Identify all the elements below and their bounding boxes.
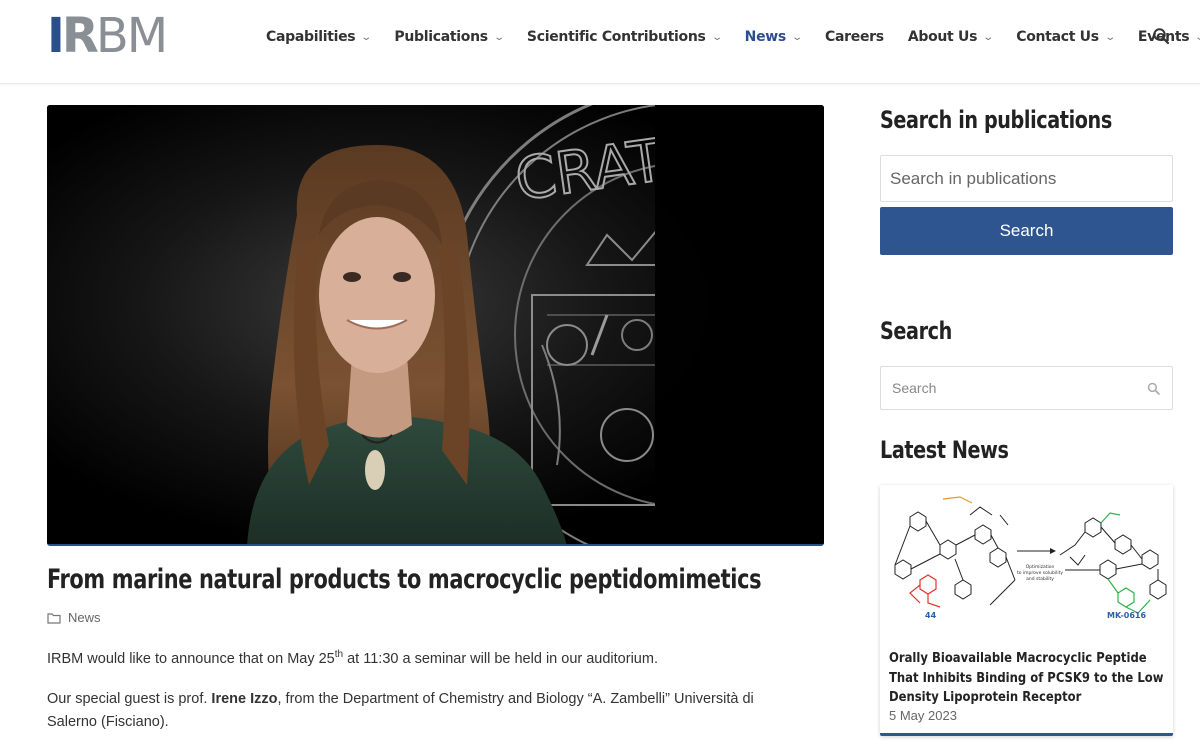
chevron-down-icon: ⌄ [1104,31,1116,43]
featured-image: CRATI [47,105,824,546]
chevron-down-icon: ⌄ [710,31,723,43]
nav-item-contact-us[interactable]: Contact Us ⌄ [1016,29,1116,45]
chevron-down-icon: ⌄ [982,31,995,43]
publications-search-heading: Search in publications [880,106,1112,134]
paragraph-text: Our special guest is prof. [47,691,212,707]
latest-news-title-link[interactable]: Orally Bioavailable Macrocyclic Peptide … [889,649,1164,708]
folder-icon [47,612,61,624]
svg-text:Optimization: Optimization [1026,564,1055,570]
nav-item-scientific-contributions[interactable]: Scientific Contributions ⌄ [526,29,723,45]
svg-text:44: 44 [925,611,937,620]
chemical-structure-image: 44 Optimization to improve solubility an… [880,485,1173,635]
nav-label: About Us [907,29,978,45]
nav-label: Publications [394,29,488,45]
post-category-link[interactable]: News [68,610,101,625]
latest-news-card[interactable]: 44 Optimization to improve solubility an… [880,485,1173,736]
latest-news-heading: Latest News [880,436,1009,464]
nav-item-publications[interactable]: Publications ⌄ [394,29,505,45]
logo-thin-part: BM [95,8,168,64]
search-icon[interactable] [1152,27,1170,45]
ordinal-suffix: th [334,649,344,661]
chevron-down-icon: ⌄ [360,31,373,43]
nav-item-careers[interactable]: Careers [825,29,884,45]
speaker-name: Irene Izzo [211,691,278,707]
nav-item-about-us[interactable]: About Us ⌄ [907,29,995,45]
chevron-down-icon: ⌄ [493,31,505,43]
nav-item-capabilities[interactable]: Capabilities ⌄ [266,29,373,45]
nav-label: Scientific Contributions [526,29,706,45]
logo-bold-part: IR [47,12,99,60]
chevron-down-icon: ⌄ [1195,32,1200,43]
logo-r: R [61,8,99,64]
logo-i: I [47,8,65,64]
site-search-input[interactable] [881,367,1131,409]
paragraph-text: at 11:30 a seminar will be held in our a… [343,651,658,667]
publications-search-input[interactable] [880,155,1173,202]
svg-text:MK-0616: MK-0616 [1107,611,1146,620]
nav-label: Contact Us [1016,29,1099,45]
nav-label: Careers [825,29,884,45]
nav-item-news[interactable]: News ⌄ [744,29,803,45]
post-meta: News [47,610,101,625]
post-body: IRBM would like to announce that on May … [47,648,807,751]
site-search-form [880,366,1173,410]
post-title: From marine natural products to macrocyc… [47,564,762,595]
svg-text:to improve solubility: to improve solubility [1017,570,1063,576]
nav-label: News [744,29,787,45]
svg-text:and stability: and stability [1026,576,1054,582]
post-paragraph-1: IRBM would like to announce that on May … [47,648,807,671]
portrait-illustration: CRATI [47,105,824,544]
nav-label: Capabilities [266,29,356,45]
latest-news-date: 5 May 2023 [889,708,957,723]
site-logo[interactable]: IR BM [47,8,172,64]
paragraph-text: IRBM would like to announce that on May … [47,651,335,667]
publications-search-button[interactable]: Search [880,207,1173,255]
main-nav: Capabilities ⌄ Publications ⌄ Scientific C… [266,26,1200,48]
chevron-down-icon: ⌄ [791,31,803,43]
site-header: IR BM Capabilities ⌄ Publications ⌄ Scienti… [0,0,1200,84]
search-heading: Search [880,317,952,345]
post-paragraph-2: Our special guest is prof. Irene Izzo, f… [47,688,807,734]
search-icon[interactable] [1147,382,1160,395]
